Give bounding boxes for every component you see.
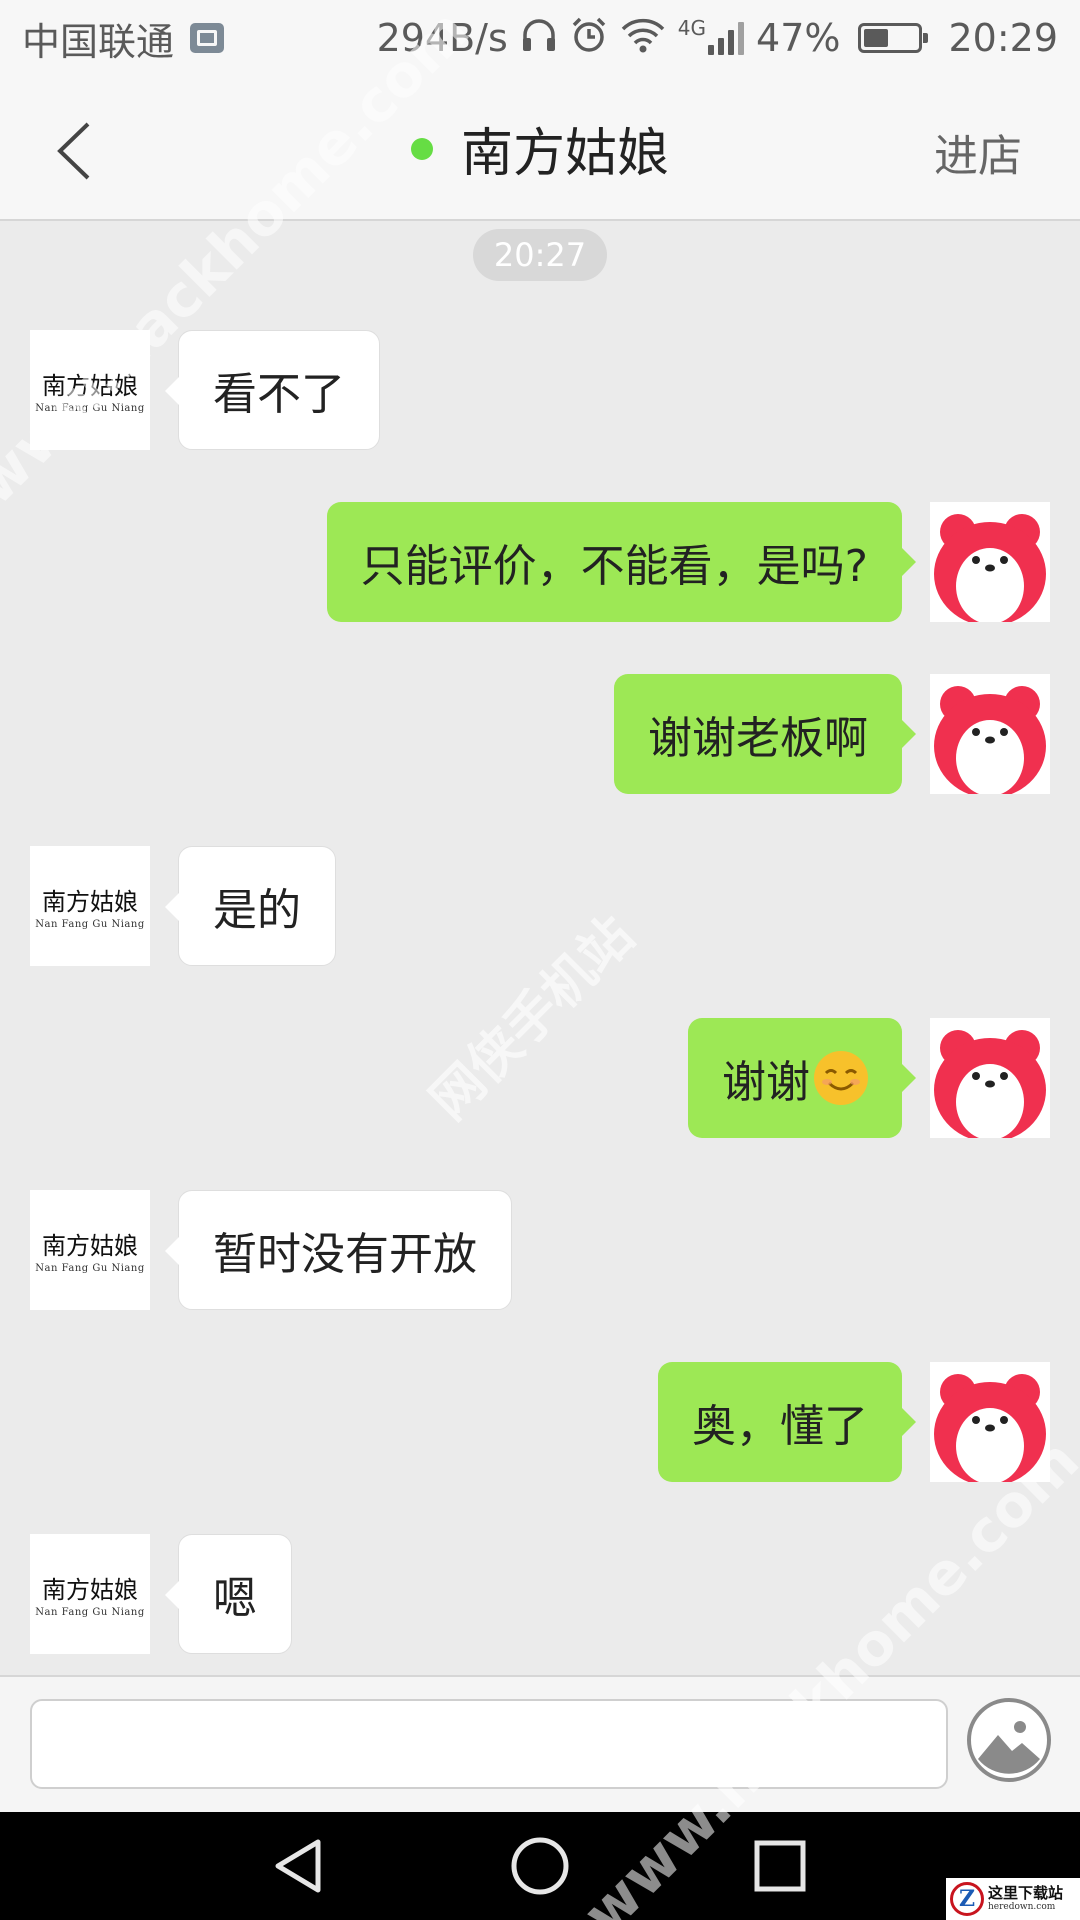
shop-avatar-pinyin: Nan Fang Gu Niang: [35, 403, 145, 414]
network-type-label: 4G: [677, 16, 707, 40]
wifi-icon: [620, 17, 666, 59]
square-recents-icon: [754, 1840, 806, 1892]
triangle-back-icon: [275, 1839, 321, 1893]
shop-avatar[interactable]: 南方姑娘 Nan Fang Gu Niang: [30, 1190, 150, 1310]
shop-avatar-name: 南方姑娘: [42, 1232, 138, 1260]
shop-avatar-pinyin: Nan Fang Gu Niang: [35, 1607, 145, 1618]
carrier-name: 中国联通: [22, 19, 175, 64]
shop-avatar[interactable]: 南方姑娘 Nan Fang Gu Niang: [30, 1534, 150, 1654]
online-status-dot: [410, 137, 433, 160]
nav-back-button[interactable]: [270, 1836, 330, 1896]
corner-logo-title: 这里下载站: [988, 1884, 1064, 1902]
system-nav-bar: [0, 1812, 1080, 1920]
outgoing-message[interactable]: 奥，懂了: [658, 1362, 916, 1482]
cell-signal-icon: [708, 21, 745, 55]
red-bear-avatar-icon: [930, 502, 1050, 622]
circle-home-icon: [511, 1837, 569, 1895]
red-bear-avatar-icon: [930, 674, 1050, 794]
image-picker-icon: [967, 1698, 1051, 1782]
battery-percent: 47%: [756, 16, 841, 60]
enter-shop-button[interactable]: 进店: [934, 120, 1022, 184]
battery-icon: [858, 23, 929, 53]
user-avatar[interactable]: [930, 502, 1050, 622]
corner-logo-url: heredown.com: [988, 1902, 1056, 1912]
incoming-message[interactable]: 暂时没有开放: [165, 1190, 512, 1310]
shop-avatar-name: 南方姑娘: [42, 888, 138, 916]
input-bar: [0, 1675, 1080, 1812]
shop-avatar-name: 南方姑娘: [42, 372, 138, 400]
smile-emoji-icon: [814, 1051, 868, 1105]
chat-header: 南方姑娘 进店: [0, 76, 1080, 221]
send-image-button[interactable]: [966, 1697, 1052, 1783]
net-speed: 294B/s: [376, 16, 508, 60]
shop-avatar[interactable]: 南方姑娘 Nan Fang Gu Niang: [30, 846, 150, 966]
alarm-icon: [570, 16, 608, 60]
message-list[interactable]: 20:27 南方姑娘 Nan Fang Gu Niang 看不了 只能评价，不能…: [0, 223, 1080, 1675]
nav-home-button[interactable]: [510, 1836, 570, 1896]
nav-recents-button[interactable]: [750, 1836, 810, 1896]
user-avatar[interactable]: [930, 1362, 1050, 1482]
outgoing-message[interactable]: 只能评价，不能看，是吗?: [326, 502, 917, 622]
message-timestamp: 20:27: [473, 229, 607, 281]
shop-avatar-name: 南方姑娘: [42, 1576, 138, 1604]
shop-avatar[interactable]: 南方姑娘 Nan Fang Gu Niang: [30, 330, 150, 450]
heredown-logo-icon: Z: [950, 1882, 984, 1916]
image-notification-icon: [190, 23, 225, 53]
message-text: 谢谢: [722, 1057, 810, 1108]
red-bear-avatar-icon: [930, 1362, 1050, 1482]
shop-avatar-pinyin: Nan Fang Gu Niang: [35, 1263, 145, 1274]
message-input[interactable]: [30, 1699, 948, 1789]
incoming-message[interactable]: 是的: [165, 846, 336, 966]
incoming-message[interactable]: 看不了: [165, 330, 380, 450]
user-avatar[interactable]: [930, 674, 1050, 794]
outgoing-message[interactable]: 谢谢老板啊: [614, 674, 916, 794]
page-title: 南方姑娘: [460, 124, 669, 184]
status-bar: 中国联通 294B/s 4G 47% 20:29: [0, 0, 1080, 76]
corner-watermark-logo: Z 这里下载站 heredown.com: [946, 1878, 1080, 1920]
headphones-icon: [520, 17, 558, 59]
clock: 20:29: [948, 16, 1058, 60]
incoming-message[interactable]: 嗯: [165, 1534, 292, 1654]
user-avatar[interactable]: [930, 1018, 1050, 1138]
outgoing-message[interactable]: 谢谢: [688, 1018, 916, 1138]
red-bear-avatar-icon: [930, 1018, 1050, 1138]
shop-avatar-pinyin: Nan Fang Gu Niang: [35, 919, 145, 930]
